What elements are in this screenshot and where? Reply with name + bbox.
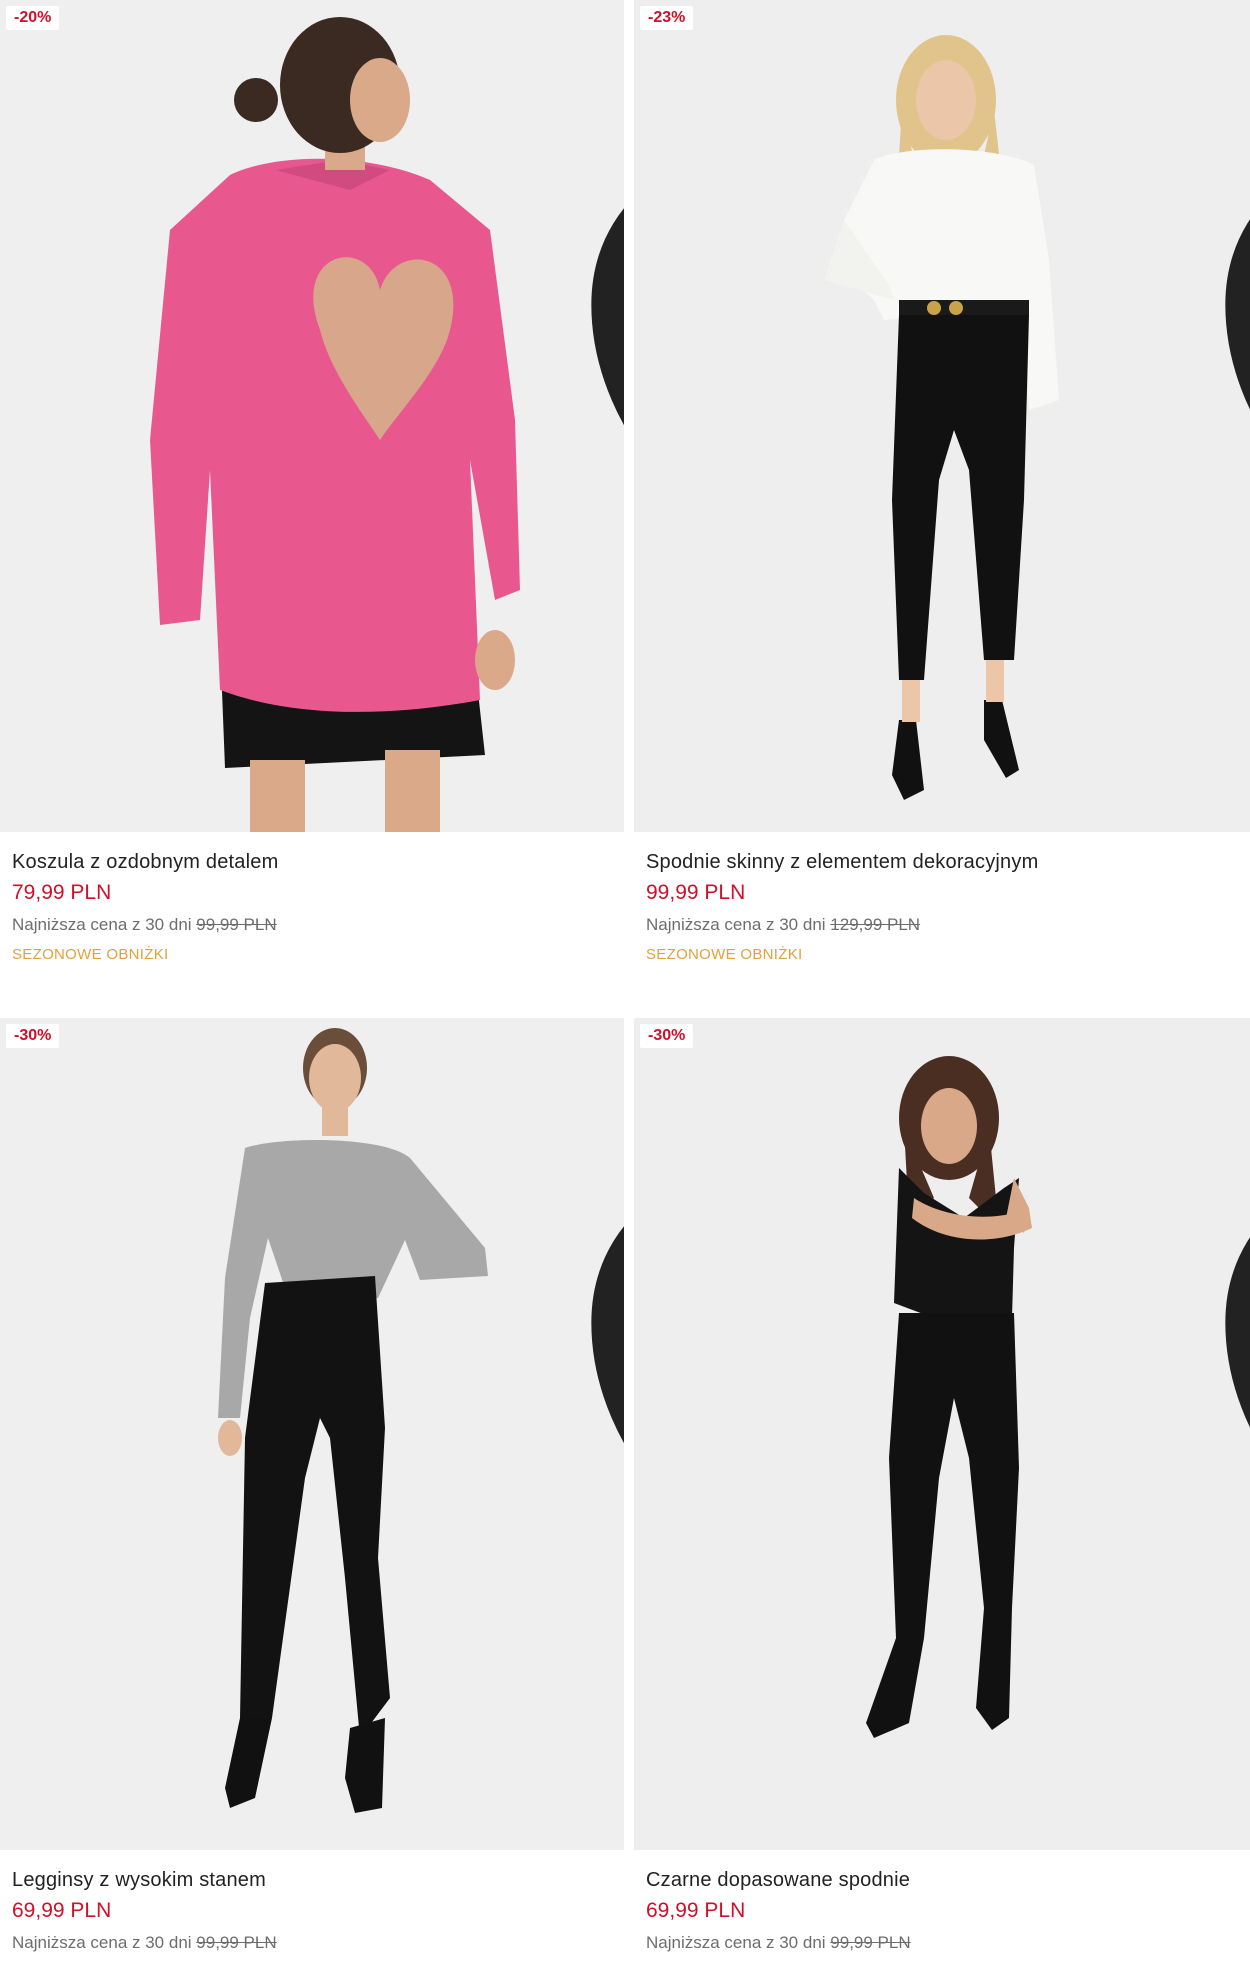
product-photo-illustration <box>0 1018 624 1850</box>
product-image[interactable]: -23% <box>634 0 1250 832</box>
product-image[interactable]: -20% <box>0 0 624 832</box>
lowest-price-value: 99,99 PLN <box>830 1933 911 1952</box>
discount-badge: -30% <box>640 1024 694 1048</box>
lowest-price-value: 99,99 PLN <box>196 915 277 934</box>
product-price: 69,99 PLN <box>646 1899 746 1922</box>
product-image[interactable]: -30% <box>634 1018 1250 1850</box>
lowest-price-label: Najniższa cena z 30 dni <box>12 1933 192 1952</box>
lowest-price-info: Najniższa cena z 30 dni 129,99 PLN <box>646 910 1246 940</box>
product-price: 99,99 PLN <box>646 881 746 904</box>
lowest-price-info: Najniższa cena z 30 dni 99,99 PLN <box>12 1928 612 1958</box>
discount-badge: -20% <box>6 6 60 30</box>
lowest-price-label: Najniższa cena z 30 dni <box>646 915 826 934</box>
product-photo-illustration <box>634 1018 1250 1850</box>
product-image[interactable]: -30% <box>0 1018 624 1850</box>
lowest-price-info: Najniższa cena z 30 dni 99,99 PLN <box>12 910 612 940</box>
product-photo-illustration <box>0 0 624 832</box>
heart-outline-icon <box>1225 219 1250 410</box>
product-photo-illustration <box>634 0 1250 832</box>
product-title[interactable]: Czarne dopasowane spodnie <box>646 1866 1246 1894</box>
add-to-wishlist-button[interactable] <box>1208 10 1250 410</box>
add-to-wishlist-button[interactable] <box>574 1028 624 1444</box>
product-price: 79,99 PLN <box>12 881 112 904</box>
discount-badge: -23% <box>640 6 694 30</box>
product-card[interactable]: -30% Czarne dopasowane spodnie 69,99 PLN… <box>634 1018 1250 1958</box>
product-price: 69,99 PLN <box>12 1899 112 1922</box>
product-grid: -20% Koszula z ozdobnym detalem 79,99 PL… <box>0 0 1250 1962</box>
heart-outline-icon <box>1225 1237 1250 1428</box>
promo-tag: SEZONOWE OBNIŻKI <box>646 946 803 963</box>
lowest-price-label: Najniższa cena z 30 dni <box>12 915 192 934</box>
product-title[interactable]: Koszula z ozdobnym detalem <box>12 848 612 876</box>
product-title[interactable]: Legginsy z wysokim stanem <box>12 1866 612 1894</box>
product-card[interactable]: -30% Legginsy z wysokim stanem 69,99 PLN… <box>0 1018 624 1958</box>
product-card[interactable]: -23% Spodnie skinny z elementem dekoracy… <box>634 0 1250 968</box>
product-title[interactable]: Spodnie skinny z elementem dekoracyjnym <box>646 848 1246 876</box>
add-to-wishlist-button[interactable] <box>574 10 624 426</box>
product-card[interactable]: -20% Koszula z ozdobnym detalem 79,99 PL… <box>0 0 624 968</box>
add-to-wishlist-button[interactable] <box>1208 1028 1250 1428</box>
lowest-price-value: 99,99 PLN <box>196 1933 277 1952</box>
promo-tag: SEZONOWE OBNIŻKI <box>12 946 169 963</box>
lowest-price-label: Najniższa cena z 30 dni <box>646 1933 826 1952</box>
heart-outline-icon <box>591 208 624 426</box>
heart-outline-icon <box>591 1226 624 1444</box>
discount-badge: -30% <box>6 1024 60 1048</box>
lowest-price-value: 129,99 PLN <box>830 915 921 934</box>
lowest-price-info: Najniższa cena z 30 dni 99,99 PLN <box>646 1928 1246 1958</box>
